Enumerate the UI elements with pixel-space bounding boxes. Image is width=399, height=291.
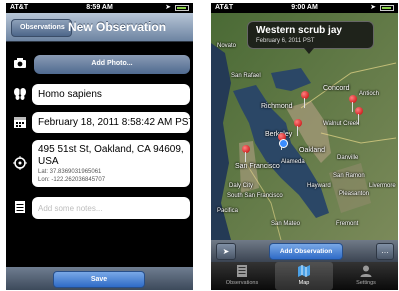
current-location-dot xyxy=(279,139,288,148)
map-label-novato: Novato xyxy=(217,43,237,49)
map-label-san-rafael: San Rafael xyxy=(231,73,261,79)
observation-form: Add Photo... Homo sapiens February 18, 2… xyxy=(6,42,193,267)
page-title: New Observation xyxy=(68,20,167,34)
tab-label: Map xyxy=(298,280,310,286)
crosshair-icon xyxy=(12,155,28,172)
map-label-antioch: Antioch xyxy=(359,91,380,97)
location-field[interactable]: 495 51st St, Oakland, CA 94609, USA Lat:… xyxy=(32,140,190,187)
observed-date: February 18, 2011 8:58:42 AM PST xyxy=(38,117,193,128)
calendar-icon xyxy=(12,115,28,131)
map-screen: AT&T 9:00 AM ➤ Novato San Rafael Antioch… xyxy=(211,3,398,290)
camera-icon xyxy=(12,57,28,73)
battery-icon xyxy=(380,5,394,11)
notepad-icon xyxy=(12,200,28,216)
callout-title: Western scrub jay xyxy=(256,25,342,36)
map-label-richmond: Richmond xyxy=(261,103,293,110)
map-toolbar: ➤ Add Observation … xyxy=(211,240,398,262)
map-label-daly-city: Daly City xyxy=(229,183,254,189)
satellite-map[interactable]: Novato San Rafael Antioch Richmond Conco… xyxy=(211,13,398,240)
map-label-pacifica: Pacifica xyxy=(217,208,239,214)
location-row: 495 51st St, Oakland, CA 94609, USA Lat:… xyxy=(10,140,190,187)
pin-callout[interactable]: Western scrub jay February 6, 2011 PST xyxy=(247,21,374,54)
map-label-south-san-francisco: South San Francisco xyxy=(227,193,283,199)
battery-icon xyxy=(175,5,189,11)
add-photo-button[interactable]: Add Photo... xyxy=(34,55,190,74)
save-button[interactable]: Save xyxy=(53,271,145,288)
save-toolbar: Save xyxy=(6,267,193,290)
map-label-concord: Concord xyxy=(323,85,350,92)
notes-field[interactable]: Add some notes... xyxy=(32,197,190,219)
species-row: Homo sapiens xyxy=(10,84,190,105)
notes-placeholder: Add some notes... xyxy=(38,203,103,213)
map-label-san-ramon: San Ramon xyxy=(333,173,365,179)
map-label-alameda: Alameda xyxy=(281,159,305,165)
date-row: February 18, 2011 8:58:42 AM PST xyxy=(10,112,193,133)
observation-pin[interactable] xyxy=(241,145,251,163)
map-label-danville: Danville xyxy=(337,155,359,161)
map-label-livermore: Livermore xyxy=(369,183,396,189)
map-label-pleasanton: Pleasanton xyxy=(339,191,370,197)
new-observation-screen: AT&T 8:59 AM ➤ Observations New Observat… xyxy=(6,3,193,290)
latitude: Lat: 37.8369031965061 xyxy=(38,169,102,175)
map-label-san-francisco: San Francisco xyxy=(235,163,280,170)
map-label-hayward: Hayward xyxy=(307,183,331,189)
more-button[interactable]: … xyxy=(376,243,394,260)
species-field[interactable]: Homo sapiens xyxy=(32,84,190,105)
navigation-bar: Observations New Observation xyxy=(6,13,193,42)
observation-pin[interactable] xyxy=(293,119,303,137)
address-line-1: 495 51st St, Oakland, CA 94609, xyxy=(38,144,184,155)
date-field[interactable]: February 18, 2011 8:58:42 AM PST xyxy=(32,112,193,133)
add-observation-button[interactable]: Add Observation xyxy=(269,243,343,260)
address-line-2: USA xyxy=(38,156,59,167)
callout-subtitle: February 6, 2011 PST xyxy=(256,38,315,44)
more-icon: … xyxy=(381,246,389,255)
locate-me-button[interactable]: ➤ xyxy=(216,243,236,260)
butterfly-icon xyxy=(12,87,28,103)
tab-label: Observations xyxy=(225,280,259,286)
map-label-oakland: Oakland xyxy=(299,147,326,154)
tab-label: Settings xyxy=(356,280,376,286)
longitude: Lon: -122.262036845707 xyxy=(38,177,106,183)
person-icon xyxy=(360,265,372,277)
tab-map[interactable]: Map xyxy=(275,262,333,290)
list-icon xyxy=(237,265,247,277)
location-arrow-icon: ➤ xyxy=(222,247,230,256)
location-arrow-icon: ➤ xyxy=(370,4,376,11)
status-bar: AT&T 8:59 AM ➤ xyxy=(6,3,193,13)
photo-row: Add Photo... xyxy=(10,55,190,74)
tab-observations[interactable]: Observations xyxy=(213,262,271,290)
status-bar: AT&T 9:00 AM ➤ xyxy=(211,3,398,13)
map-label-san-mateo: San Mateo xyxy=(271,221,301,227)
callout-pointer xyxy=(304,48,314,54)
tab-bar: Observations Map Settings xyxy=(211,262,398,290)
observation-pin[interactable] xyxy=(354,107,364,125)
map-icon xyxy=(298,265,310,277)
tab-settings[interactable]: Settings xyxy=(337,262,395,290)
observation-pin[interactable] xyxy=(300,91,310,109)
back-button[interactable]: Observations xyxy=(11,19,72,37)
map-label-fremont: Fremont xyxy=(336,221,359,227)
species-name: Homo sapiens xyxy=(38,89,102,100)
notes-row: Add some notes... xyxy=(10,197,190,219)
location-arrow-icon: ➤ xyxy=(165,4,171,11)
